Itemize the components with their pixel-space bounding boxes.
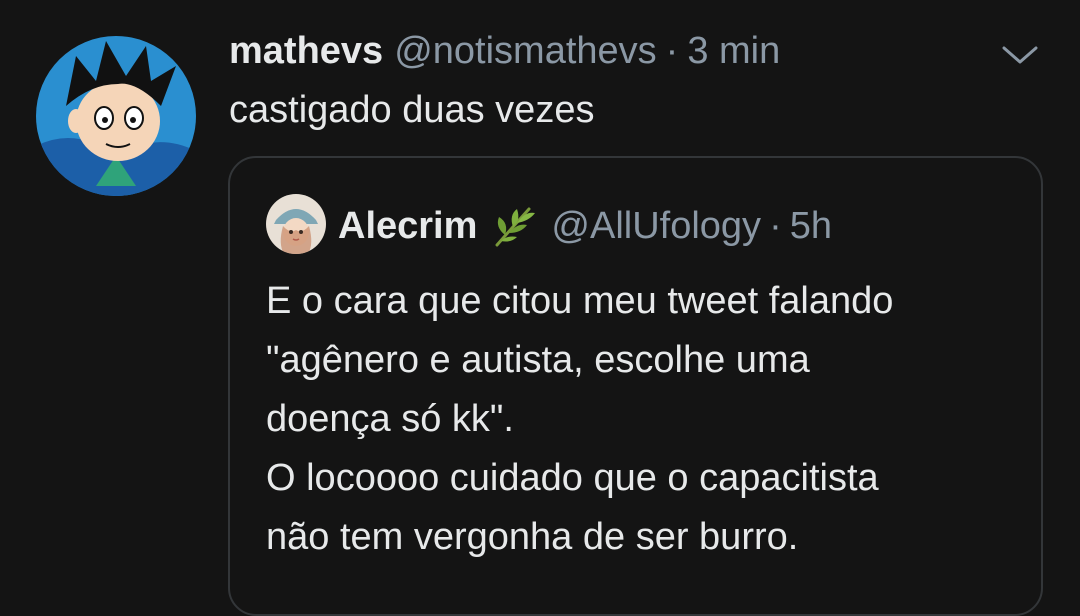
separator-dot: · <box>665 29 679 72</box>
herb-leaf-icon <box>489 203 539 249</box>
user-handle[interactable]: @notismathevs <box>394 30 656 73</box>
tweet-text: castigado duas vezes <box>229 89 595 131</box>
tweet-menu-button[interactable] <box>1000 38 1040 70</box>
quoted-text-line: não tem vergonha de ser burro. <box>266 516 799 558</box>
quoted-tweet-timestamp[interactable]: 5h <box>790 205 832 248</box>
tweet-timestamp[interactable]: 3 min <box>687 30 780 73</box>
quoted-text-line: doença só kk". <box>266 398 514 440</box>
user-avatar[interactable] <box>36 36 196 196</box>
quoted-user-handle[interactable]: @AllUfology <box>551 205 761 248</box>
tweet-header: mathevs @notismathevs · 3 min <box>229 26 780 76</box>
quoted-tweet-text: E o cara que citou meu tweet falando "ag… <box>266 272 893 567</box>
illustrated-person-avatar-icon <box>266 194 326 254</box>
quoted-text-line: O locoooo cuidado que o capacitista <box>266 457 879 499</box>
quoted-tweet-header: Alecrim @AllUfology · 5h <box>338 198 832 254</box>
separator-dot: · <box>769 204 782 247</box>
chevron-down-icon <box>1002 46 1038 64</box>
quoted-tweet-card[interactable]: Alecrim @AllUfology · 5h E o cara que ci… <box>228 156 1043 616</box>
display-name[interactable]: mathevs <box>229 30 383 73</box>
quoted-user-avatar[interactable] <box>266 194 326 254</box>
cartoon-character-avatar-icon <box>36 36 196 196</box>
quoted-text-line: "agênero e autista, escolhe uma <box>266 339 810 381</box>
quoted-text-line: E o cara que citou meu tweet falando <box>266 280 894 322</box>
quoted-display-name[interactable]: Alecrim <box>338 205 477 248</box>
